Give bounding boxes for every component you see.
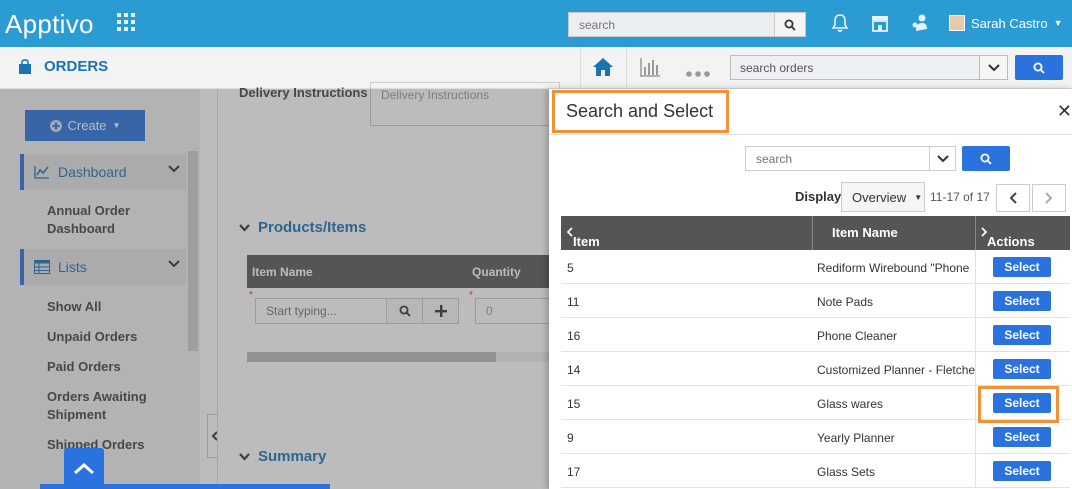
dialog-title: Search and Select — [552, 90, 729, 133]
table-row: 16 Phone Cleaner Select — [561, 318, 1070, 352]
app-title: ORDERS — [18, 58, 108, 75]
prev-page-button[interactable] — [996, 184, 1030, 212]
item-number: 9 — [567, 431, 574, 445]
table-row: 11 Note Pads Select — [561, 284, 1070, 318]
modal-backdrop[interactable] — [0, 89, 549, 489]
search-select-dialog: Search and Select ✕ Display Overview ▼ 1… — [549, 89, 1072, 489]
chevron-left-icon — [1009, 192, 1017, 204]
select-button[interactable]: Select — [993, 325, 1051, 345]
pagination-info: 11-17 of 17 — [930, 190, 990, 204]
items-table-header: Item # Item Name Actions — [561, 216, 1070, 264]
top-bar: Apptivo Sarah Castro ▼ — [0, 0, 1072, 47]
more-icon[interactable] — [686, 65, 710, 80]
col-item-number[interactable]: Item # — [566, 225, 600, 264]
orders-search-button[interactable] — [1015, 55, 1063, 80]
highlight-box — [978, 386, 1059, 423]
table-row: 17 Glass Sets Select — [561, 454, 1070, 488]
actions-cell: Select — [975, 318, 1070, 352]
select-button[interactable]: Select — [993, 427, 1051, 447]
item-name: Glass wares — [817, 397, 884, 411]
table-row: 9 Yearly Planner Select — [561, 420, 1070, 454]
caret-down-icon: ▼ — [1053, 18, 1063, 28]
display-label: Display — [795, 189, 842, 204]
item-number: 14 — [567, 363, 581, 377]
dialog-search-dropdown[interactable] — [929, 147, 955, 170]
home-icon[interactable] — [592, 57, 614, 80]
item-number: 5 — [567, 261, 574, 275]
actions-cell: Select — [975, 420, 1070, 454]
select-button[interactable]: Select — [993, 291, 1051, 311]
orders-search-input[interactable] — [731, 56, 979, 79]
bottom-strip — [40, 484, 330, 489]
app-title-text: ORDERS — [44, 58, 109, 75]
item-name: Customized Planner - Fletche — [817, 363, 975, 377]
col-item-name[interactable]: Item Name — [832, 225, 898, 240]
orders-search — [730, 55, 1008, 80]
dialog-search-button[interactable] — [962, 146, 1010, 171]
actions-cell: Select — [975, 454, 1070, 488]
scroll-to-top-button[interactable] — [64, 448, 104, 489]
table-row: 5 Rediform Wirebound "Phone Select — [561, 250, 1070, 284]
user-menu[interactable]: Sarah Castro ▼ — [949, 15, 1063, 31]
item-name: Glass Sets — [817, 465, 876, 479]
select-button[interactable]: Select — [993, 257, 1051, 277]
global-search-button[interactable] — [774, 13, 805, 36]
item-number: 15 — [567, 397, 581, 411]
next-page-button[interactable] — [1032, 184, 1066, 212]
apptivo-logo[interactable]: Apptivo — [5, 9, 94, 40]
item-number: 11 — [567, 295, 580, 309]
caret-down-icon: ▼ — [914, 192, 923, 202]
shopping-bag-icon — [19, 58, 31, 74]
bell-icon[interactable] — [829, 12, 851, 34]
bar-chart-icon[interactable] — [639, 57, 661, 80]
col-actions[interactable]: Actions — [981, 225, 1035, 249]
chevron-down-icon — [987, 63, 1000, 71]
search-icon — [784, 19, 796, 31]
item-name: Phone Cleaner — [817, 329, 898, 343]
display-select-value: Overview — [852, 189, 907, 205]
global-search — [568, 12, 806, 37]
display-select[interactable]: Overview ▼ — [841, 182, 925, 212]
item-name: Rediform Wirebound "Phone — [817, 261, 970, 275]
item-number: 16 — [567, 329, 581, 343]
orders-search-dropdown[interactable] — [979, 56, 1007, 79]
chevron-right-icon — [1045, 192, 1053, 204]
select-button[interactable]: Select — [993, 461, 1051, 481]
search-icon — [1033, 62, 1045, 74]
item-name: Note Pads — [817, 295, 874, 309]
dialog-search-input[interactable] — [746, 147, 929, 170]
apps-grid-icon[interactable] — [117, 13, 135, 31]
chevron-down-icon — [936, 154, 949, 162]
item-name: Yearly Planner — [817, 431, 895, 445]
global-search-input[interactable] — [569, 13, 775, 36]
table-row: 14 Customized Planner - Fletche Select — [561, 352, 1070, 386]
avatar — [949, 15, 965, 31]
select-button[interactable]: Select — [993, 359, 1051, 379]
close-icon[interactable]: ✕ — [1057, 101, 1072, 122]
chevron-up-icon — [74, 462, 94, 474]
user-name: Sarah Castro — [971, 15, 1048, 31]
search-icon — [980, 153, 992, 165]
store-icon[interactable] — [869, 12, 891, 34]
actions-cell: Select — [975, 284, 1070, 318]
actions-cell: Select — [975, 250, 1070, 284]
item-number: 17 — [567, 465, 581, 479]
dialog-search — [745, 146, 956, 171]
user-settings-icon[interactable] — [909, 12, 931, 34]
actions-cell: Select — [975, 352, 1070, 386]
